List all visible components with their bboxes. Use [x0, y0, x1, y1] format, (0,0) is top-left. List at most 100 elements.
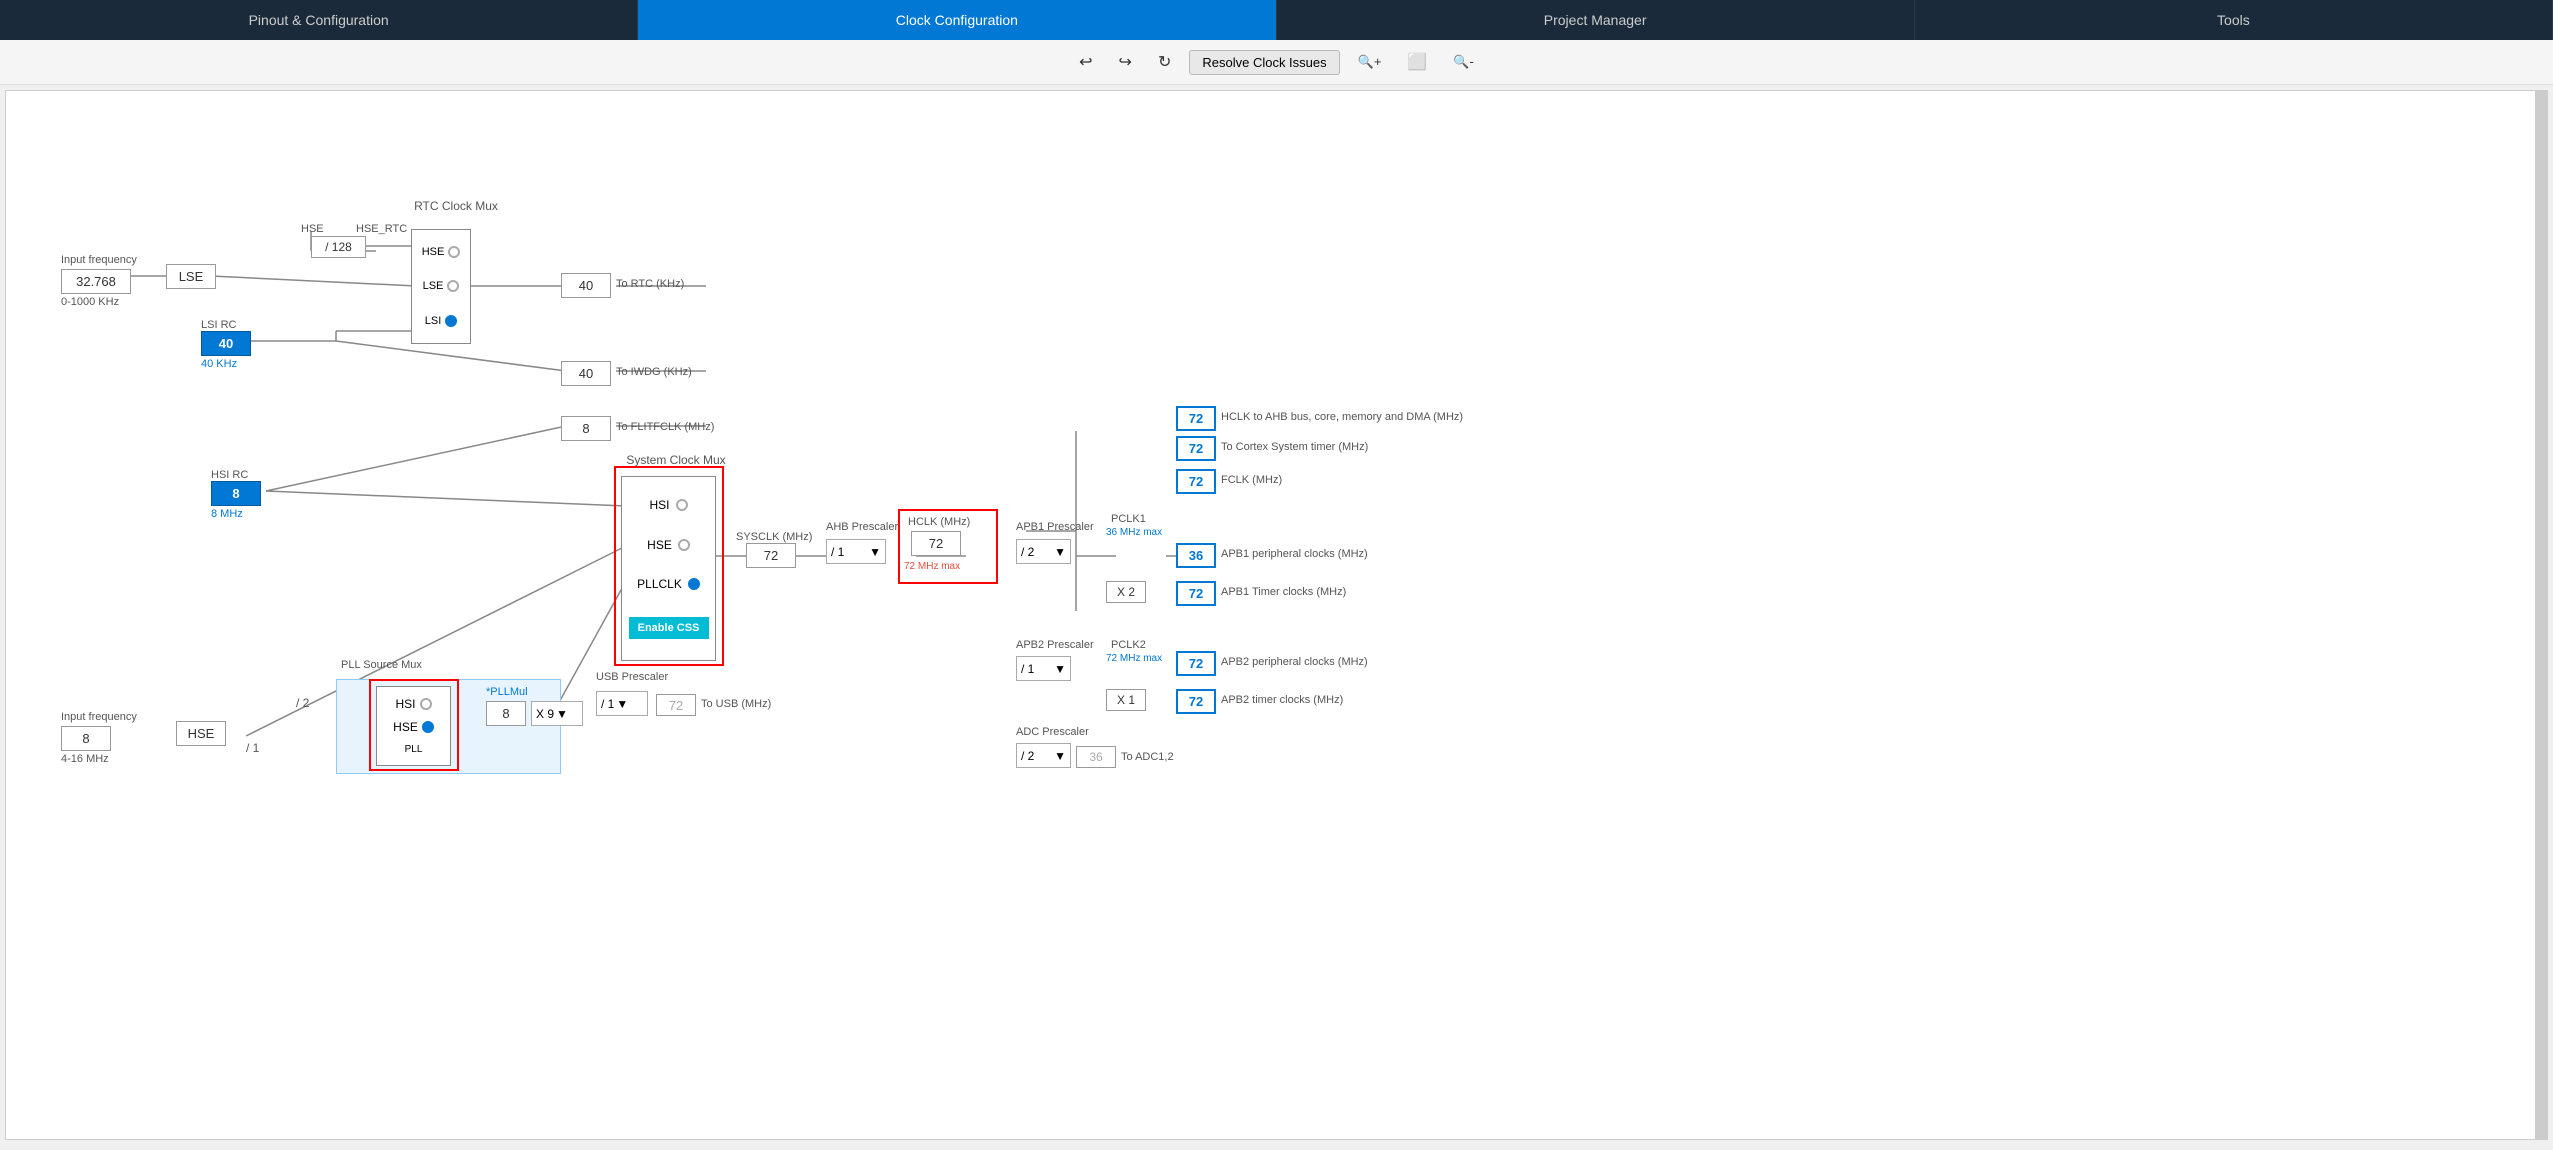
- adc-out-label: To ADC1,2: [1121, 751, 1174, 763]
- usb-out-val[interactable]: 72: [656, 694, 696, 716]
- apb2-prescaler-label: APB2 Prescaler: [1016, 639, 1094, 651]
- apb1-timer-val[interactable]: 72: [1176, 581, 1216, 606]
- pclk1-label: PCLK1: [1111, 513, 1146, 525]
- top-nav: Pinout & Configuration Clock Configurati…: [0, 0, 2553, 40]
- apb2-timer-val[interactable]: 72: [1176, 689, 1216, 714]
- input-freq-label-2: Input frequency: [61, 711, 137, 723]
- apb2-periph-label: APB2 peripheral clocks (MHz): [1221, 656, 1368, 668]
- clock-diagram: Input frequency 32.768 0-1000 KHz LSE LS…: [6, 91, 2547, 1139]
- adc-div-dropdown[interactable]: / 2 ▼: [1016, 743, 1071, 768]
- pclk2-label: PCLK2: [1111, 639, 1146, 651]
- cortex-timer-val[interactable]: 72: [1176, 436, 1216, 461]
- apb1-periph-val[interactable]: 36: [1176, 543, 1216, 568]
- rtc-lse-radio[interactable]: [447, 280, 459, 292]
- hsi-rc-block[interactable]: 8: [211, 481, 261, 506]
- pclk1-max: 36 MHz max: [1106, 527, 1162, 538]
- hsi-rc-unit: 8 MHz: [211, 508, 243, 520]
- input-freq-range-1: 0-1000 KHz: [61, 296, 119, 308]
- hclk-label: HCLK (MHz): [908, 516, 970, 528]
- main-content: Input frequency 32.768 0-1000 KHz LSE LS…: [5, 90, 2548, 1140]
- input-freq-value-1[interactable]: 32.768: [61, 269, 131, 294]
- lse-block[interactable]: LSE: [166, 264, 216, 289]
- tab-tools[interactable]: Tools: [1915, 0, 2553, 40]
- fclk-val[interactable]: 72: [1176, 469, 1216, 494]
- refresh-icon[interactable]: ↻: [1150, 48, 1179, 76]
- tab-project[interactable]: Project Manager: [1277, 0, 1915, 40]
- scrollbar-right[interactable]: [2535, 91, 2547, 1139]
- apb1-timer-mult: X 2: [1106, 581, 1146, 603]
- pll-source-mux-label: PLL Source Mux: [341, 659, 422, 671]
- flitf-out-val[interactable]: 8: [561, 416, 611, 441]
- system-mux-label: System Clock Mux: [616, 453, 736, 467]
- ahb-div-dropdown[interactable]: / 1 ▼: [826, 539, 886, 564]
- hclk-val[interactable]: 72: [911, 531, 961, 556]
- pll-x9-dropdown[interactable]: X 9 ▼: [531, 701, 583, 726]
- toolbar: ↩ ↪ ↻ Resolve Clock Issues 🔍+ ⬜ 🔍-: [0, 40, 2553, 85]
- input-freq-range-2: 4-16 MHz: [61, 753, 109, 765]
- apb1-periph-label: APB1 peripheral clocks (MHz): [1221, 548, 1368, 560]
- hsi-rc-label: HSI RC: [211, 469, 248, 481]
- sysclk-label: SYSCLK (MHz): [736, 531, 812, 543]
- adc-prescaler-label: ADC Prescaler: [1016, 726, 1089, 738]
- pll-div1: / 1: [246, 741, 259, 755]
- undo-icon[interactable]: ↩: [1071, 48, 1100, 76]
- connections-svg: [6, 91, 2547, 1139]
- rtc-out-val[interactable]: 40: [561, 273, 611, 298]
- tab-clock[interactable]: Clock Configuration: [638, 0, 1276, 40]
- hse-block[interactable]: HSE: [176, 721, 226, 746]
- div128-block: / 128: [311, 236, 366, 258]
- hclk-ahb-label: HCLK to AHB bus, core, memory and DMA (M…: [1221, 411, 1463, 423]
- apb2-periph-val[interactable]: 72: [1176, 651, 1216, 676]
- flitf-out-label: To FLITFCLK (MHz): [616, 421, 714, 433]
- fclk-label: FCLK (MHz): [1221, 474, 1282, 486]
- hse-rtc-label: HSE_RTC: [356, 223, 407, 235]
- pclk2-max: 72 MHz max: [1106, 653, 1162, 664]
- apb2-div-dropdown[interactable]: / 1 ▼: [1016, 656, 1071, 681]
- sys-pll-radio[interactable]: [688, 578, 700, 590]
- pll-mul-label: *PLLMul: [486, 686, 528, 698]
- rtc-lsi-radio[interactable]: [445, 315, 457, 327]
- lsi-rc-unit: 40 KHz: [201, 358, 237, 370]
- ahb-prescaler-label: AHB Prescaler: [826, 521, 898, 533]
- apb1-timer-label: APB1 Timer clocks (MHz): [1221, 586, 1346, 598]
- rtc-mux[interactable]: HSE LSE LSI: [411, 229, 471, 344]
- rtc-mux-label: RTC Clock Mux: [406, 199, 506, 213]
- usb-div-dropdown[interactable]: / 1 ▼: [596, 691, 648, 716]
- apb1-div-dropdown[interactable]: / 2 ▼: [1016, 539, 1071, 564]
- hse-label-rtc: HSE: [301, 223, 324, 235]
- iwdg-out-val[interactable]: 40: [561, 361, 611, 386]
- input-freq-label-1: Input frequency: [61, 254, 137, 266]
- zoom-out-icon[interactable]: 🔍-: [1445, 50, 1482, 74]
- sys-hsi-radio[interactable]: [676, 499, 688, 511]
- iwdg-out-label: To IWDG (KHz): [616, 366, 692, 378]
- pll-div2: / 2: [296, 696, 309, 710]
- apb2-timer-label: APB2 timer clocks (MHz): [1221, 694, 1343, 706]
- sysclk-val[interactable]: 72: [746, 543, 796, 568]
- lsi-rc-label: LSI RC: [201, 319, 236, 331]
- cortex-timer-label: To Cortex System timer (MHz): [1221, 441, 1368, 453]
- lsi-rc-block[interactable]: 40: [201, 331, 251, 356]
- rtc-out-label: To RTC (KHz): [616, 278, 684, 290]
- apb1-prescaler-label: APB1 Prescaler: [1016, 521, 1094, 533]
- hclk-ahb-val[interactable]: 72: [1176, 406, 1216, 431]
- pll-label-small: PLL: [405, 744, 423, 755]
- resolve-clock-button[interactable]: Resolve Clock Issues: [1189, 50, 1339, 75]
- pll-source-mux[interactable]: HSI HSE PLL: [376, 686, 451, 766]
- pll-hse-radio[interactable]: [422, 721, 434, 733]
- zoom-fit-icon[interactable]: ⬜: [1399, 48, 1435, 76]
- hclk-max: 72 MHz max: [904, 561, 960, 572]
- usb-out-label: To USB (MHz): [701, 698, 771, 710]
- redo-icon[interactable]: ↪: [1111, 48, 1140, 76]
- tab-pinout[interactable]: Pinout & Configuration: [0, 0, 638, 40]
- pll-mul-val[interactable]: 8: [486, 701, 526, 726]
- pll-hsi-radio[interactable]: [420, 698, 432, 710]
- apb2-timer-mult: X 1: [1106, 689, 1146, 711]
- input-freq-value-2[interactable]: 8: [61, 726, 111, 751]
- enable-css-button[interactable]: Enable CSS: [629, 617, 709, 639]
- usb-prescaler-label: USB Prescaler: [596, 671, 668, 683]
- sys-hse-radio[interactable]: [678, 539, 690, 551]
- rtc-hse-radio[interactable]: [448, 246, 460, 258]
- zoom-in-icon[interactable]: 🔍+: [1350, 50, 1390, 74]
- adc-out-val[interactable]: 36: [1076, 746, 1116, 768]
- system-mux[interactable]: HSI HSE PLLCLK Enable CSS: [621, 476, 716, 661]
